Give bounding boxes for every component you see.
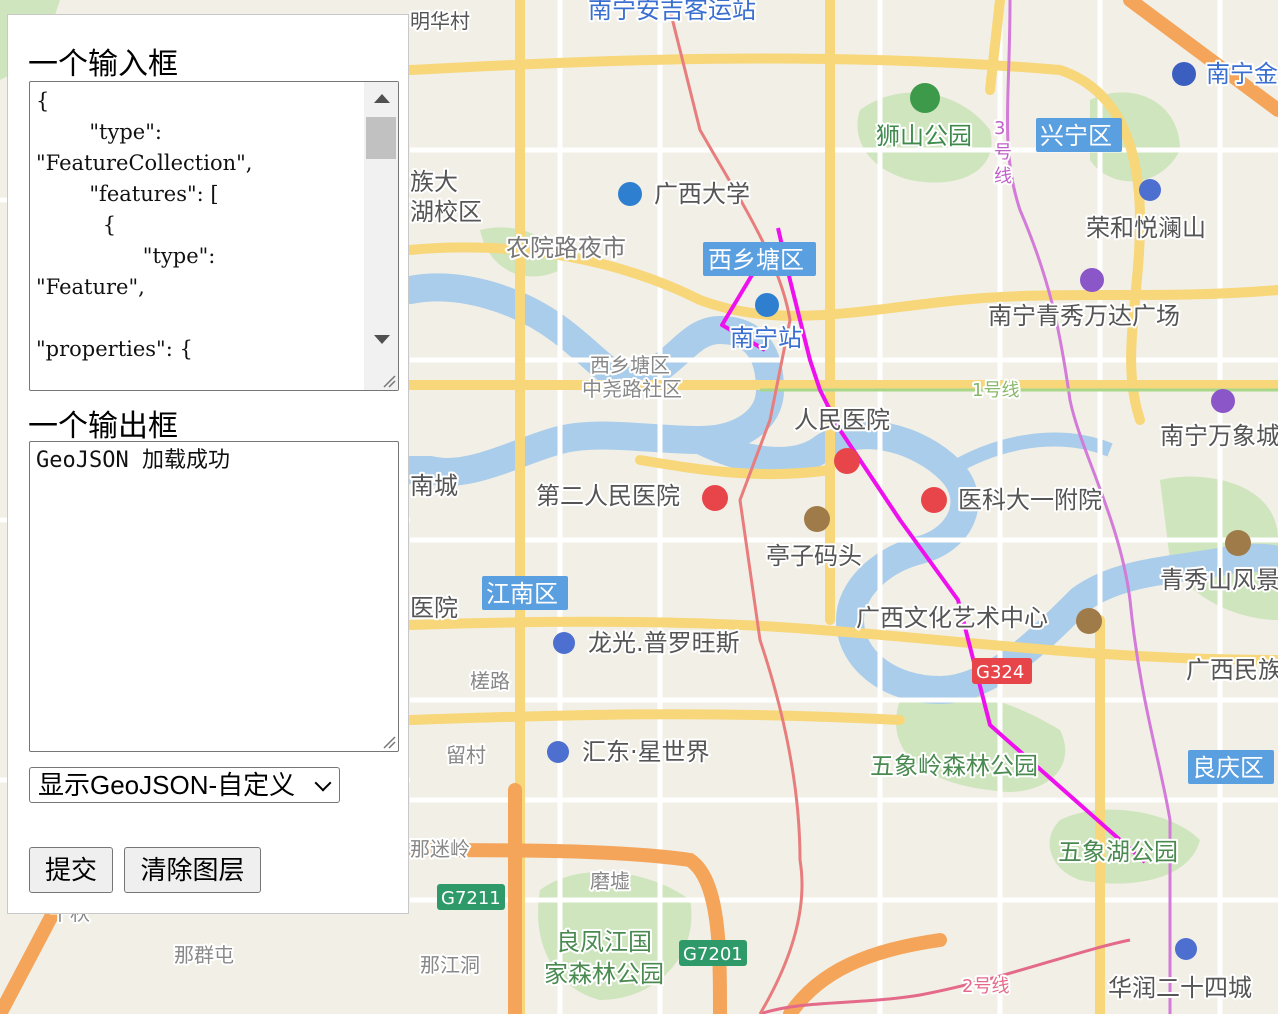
svg-text:西乡塘区: 西乡塘区 <box>708 246 804 274</box>
svg-text:兴宁区: 兴宁区 <box>1040 122 1112 150</box>
park-icon <box>910 83 940 113</box>
svg-text:南宁万象城: 南宁万象城 <box>1160 422 1278 450</box>
resize-grip-icon[interactable] <box>380 372 396 388</box>
svg-text:五象湖公园: 五象湖公园 <box>1058 838 1178 866</box>
svg-text:医院: 医院 <box>410 594 458 622</box>
home-icon <box>547 741 569 763</box>
svg-text:南宁站: 南宁站 <box>730 324 802 352</box>
station-icon <box>755 293 779 317</box>
svg-text:南宁金: 南宁金 <box>1206 60 1278 88</box>
input-title: 一个输入框 <box>28 47 178 82</box>
road-badge-g7211: G7211 <box>437 884 505 910</box>
input-scrollbar[interactable] <box>364 82 398 390</box>
display-mode-value: 显示GeoJSON-自定义 <box>38 770 296 800</box>
landmark-icon <box>1225 530 1251 556</box>
svg-text:槎路: 槎路 <box>470 669 510 693</box>
svg-text:人民医院: 人民医院 <box>794 406 890 434</box>
geojson-panel: 一个输入框 { "type": "FeatureCollection", "fe… <box>7 14 409 914</box>
district-badge-xingning: 兴宁区 <box>1036 118 1122 152</box>
scroll-down-arrow-icon[interactable] <box>374 335 390 344</box>
svg-text:五象岭森林公园: 五象岭森林公园 <box>870 752 1038 780</box>
hospital-icon <box>921 487 947 513</box>
svg-text:医科大一附院: 医科大一附院 <box>958 486 1102 514</box>
geojson-input-textarea[interactable]: { "type": "FeatureCollection", "features… <box>29 81 399 391</box>
svg-text:家森林公园: 家森林公园 <box>544 960 664 988</box>
svg-text:汇东·星世界: 汇东·星世界 <box>582 738 710 766</box>
svg-text:第二人民医院: 第二人民医院 <box>536 482 680 510</box>
svg-text:良庆区: 良庆区 <box>1192 754 1264 782</box>
svg-text:广西文化艺术中心: 广西文化艺术中心 <box>856 604 1048 632</box>
district-badge-liangqing: 良庆区 <box>1188 750 1274 784</box>
output-title: 一个输出框 <box>28 409 178 444</box>
svg-text:磨墟: 磨墟 <box>590 869 630 893</box>
landmark-icon <box>804 506 830 532</box>
svg-text:广西大学: 广西大学 <box>654 180 750 208</box>
svg-text:龙光.普罗旺斯: 龙光.普罗旺斯 <box>588 629 740 657</box>
university-icon <box>618 182 642 206</box>
svg-text:2号线: 2号线 <box>962 976 1009 997</box>
svg-text:那江洞: 那江洞 <box>420 953 480 977</box>
shopping-icon <box>1211 389 1235 413</box>
home-icon <box>553 632 575 654</box>
shopping-icon <box>1080 268 1104 292</box>
svg-text:G7211: G7211 <box>441 888 501 909</box>
svg-text:狮山公园: 狮山公园 <box>876 122 972 150</box>
hospital-icon <box>834 448 860 474</box>
svg-text:南宁青秀万达广场: 南宁青秀万达广场 <box>988 302 1180 330</box>
svg-text:G324: G324 <box>976 662 1024 683</box>
svg-text:良凤江国: 良凤江国 <box>556 928 652 956</box>
museum-icon <box>1076 608 1102 634</box>
svg-text:留村: 留村 <box>446 743 486 767</box>
svg-text:族大: 族大 <box>410 168 458 196</box>
display-mode-select[interactable]: 显示GeoJSON-自定义 <box>29 767 340 803</box>
resize-grip-icon[interactable] <box>380 733 396 749</box>
svg-text:南宁安吉客运站: 南宁安吉客运站 <box>588 0 756 24</box>
geojson-output-textarea[interactable]: GeoJSON 加载成功 <box>29 441 399 752</box>
svg-text:广西民族: 广西民族 <box>1186 656 1278 684</box>
svg-text:那迷岭: 那迷岭 <box>410 837 470 861</box>
svg-text:那群屯: 那群屯 <box>174 943 234 967</box>
svg-text:亭子码头: 亭子码头 <box>766 542 862 570</box>
svg-text:1号线: 1号线 <box>972 380 1019 401</box>
svg-text:南城: 南城 <box>410 472 458 500</box>
svg-text:明华村: 明华村 <box>410 9 470 33</box>
svg-text:号: 号 <box>994 142 1012 163</box>
svg-text:农院路夜市: 农院路夜市 <box>506 234 626 262</box>
svg-text:西乡塘区: 西乡塘区 <box>590 353 670 377</box>
bus-icon <box>1172 62 1196 86</box>
svg-text:江南区: 江南区 <box>486 580 558 608</box>
svg-text:青秀山风景: 青秀山风景 <box>1160 566 1278 594</box>
geojson-input-text[interactable]: { "type": "FeatureCollection", "features… <box>36 86 362 390</box>
svg-text:3: 3 <box>994 118 1005 139</box>
svg-text:中尧路社区: 中尧路社区 <box>582 377 682 401</box>
svg-text:湖校区: 湖校区 <box>410 198 482 226</box>
district-badge-jiangnan: 江南区 <box>482 576 568 610</box>
road-badge-g7201: G7201 <box>679 940 747 966</box>
district-badge-xixiangtang: 西乡塘区 <box>703 242 816 276</box>
hospital-icon <box>702 485 728 511</box>
svg-text:华润二十四城: 华润二十四城 <box>1108 974 1252 1002</box>
svg-text:线: 线 <box>994 166 1012 187</box>
geojson-output-text[interactable]: GeoJSON 加载成功 <box>36 446 392 751</box>
scroll-thumb[interactable] <box>366 117 396 159</box>
scroll-up-arrow-icon[interactable] <box>374 94 390 103</box>
home-icon <box>1139 179 1161 201</box>
submit-button[interactable]: 提交 <box>29 847 113 893</box>
svg-text:G7201: G7201 <box>683 944 743 965</box>
chevron-down-icon <box>314 774 332 792</box>
svg-text:荣和悦澜山: 荣和悦澜山 <box>1086 214 1206 242</box>
home-icon <box>1175 938 1197 960</box>
clear-layers-button[interactable]: 清除图层 <box>124 847 261 893</box>
road-badge-g324: G324 <box>972 658 1032 684</box>
